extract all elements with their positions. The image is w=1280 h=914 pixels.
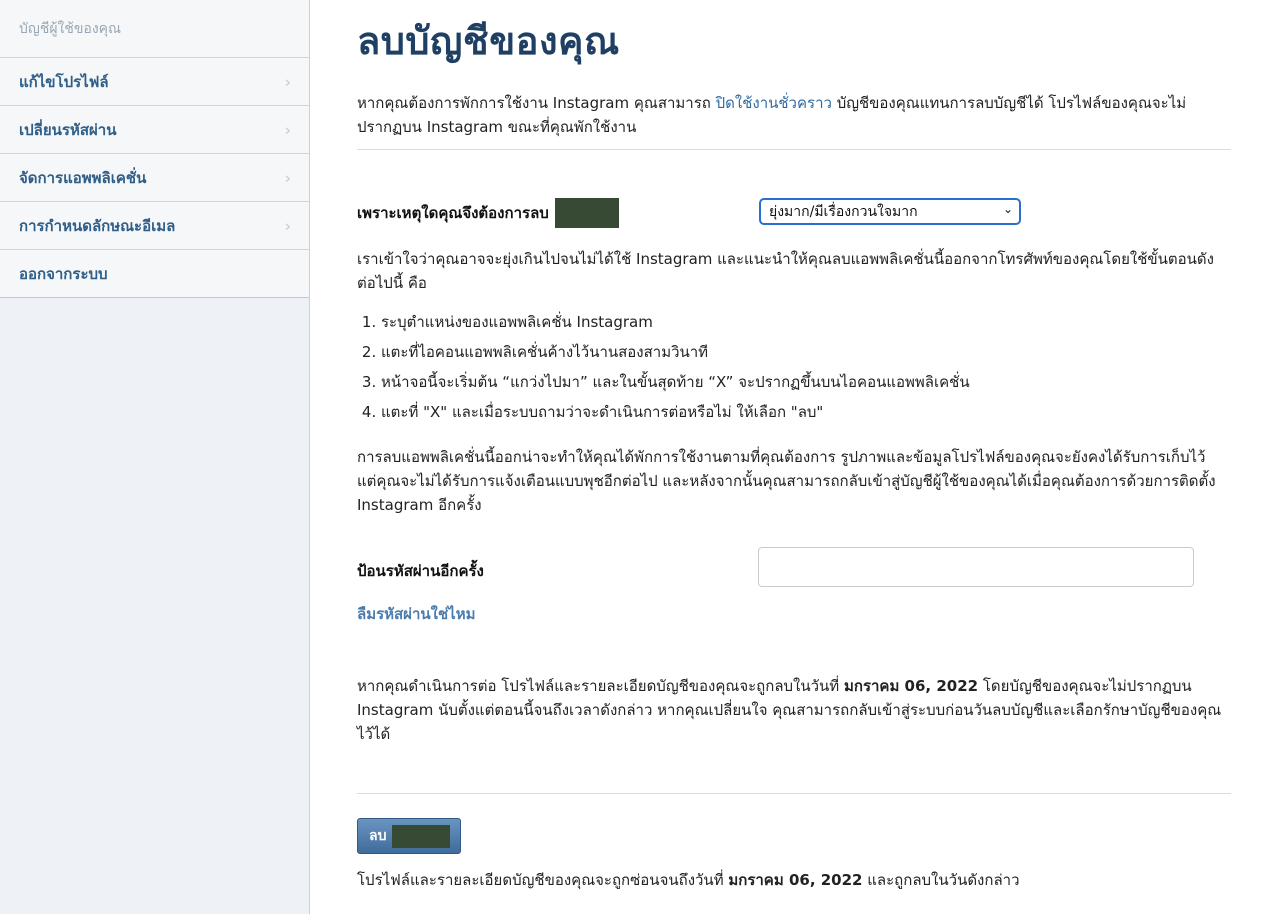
list-item: แตะที่ "X" และเมื่อระบบถามว่าจะดำเนินการ…: [381, 397, 970, 427]
chevron-right-icon: ›: [284, 168, 291, 187]
chevron-down-icon: ⌄: [1002, 202, 1013, 216]
list-item: ระบุตำแหน่งของแอพพลิเคชั่น Instagram: [381, 307, 970, 337]
footer-date: มกราคม 06, 2022: [728, 871, 863, 889]
sidebar-item-edit-profile[interactable]: แก้ไขโปรไฟล์ ›: [0, 58, 309, 106]
footer-note-start: โปรไฟล์และรายละเอียดบัญชีของคุณจะถูกซ่อน…: [357, 871, 729, 889]
deletion-notice-start: หากคุณดำเนินการต่อ โปรไฟล์และรายละเอียดบ…: [357, 677, 844, 695]
password-field[interactable]: [758, 547, 1194, 587]
delete-account-button[interactable]: ลบ: [357, 818, 461, 854]
sidebar-item-label: เปลี่ยนรหัสผ่าน: [19, 120, 117, 139]
divider: [357, 793, 1231, 794]
list-item: แตะที่ไอคอนแอพพลิเคชั่นค้างไว้นานสองสามว…: [381, 337, 970, 367]
deletion-date: มกราคม 06, 2022: [843, 677, 979, 695]
help-text: เราเข้าใจว่าคุณอาจจะยุ่งเกินไปจนไม่ได้ใช…: [357, 250, 1214, 292]
intro-text: หากคุณต้องการพักการใช้งาน Instagram คุณส…: [357, 91, 1231, 139]
temporarily-disable-link[interactable]: ปิดใช้งานชั่วคราว: [716, 94, 832, 112]
sidebar-item-logout[interactable]: ออกจากระบบ: [0, 250, 309, 298]
sidebar-item-change-password[interactable]: เปลี่ยนรหัสผ่าน ›: [0, 106, 309, 154]
sidebar-header: บัญชีผู้ใช้ของคุณ: [0, 0, 309, 58]
sidebar-header-label: บัญชีผู้ใช้ของคุณ: [19, 20, 122, 37]
reason-select[interactable]: ยุ่งมาก/มีเรื่องกวนใจมาก ⌄: [759, 198, 1021, 225]
sidebar-item-label: แก้ไขโปรไฟล์: [19, 72, 109, 91]
steps-list: ระบุตำแหน่งของแอพพลิเคชั่น Instagram แตะ…: [357, 307, 970, 427]
page-title: ลบบัญชีของคุณ: [357, 19, 620, 63]
footer-note-end: และถูกลบในวันดังกล่าว: [862, 871, 1020, 889]
delete-button-label: ลบ: [369, 828, 387, 844]
sidebar-item-manage-apps[interactable]: จัดการแอพพลิเคชั่น ›: [0, 154, 309, 202]
chevron-right-icon: ›: [284, 216, 291, 235]
forgot-password-link[interactable]: ลืมรหัสผ่านใช่ไหม: [357, 602, 475, 626]
chevron-right-icon: ›: [284, 120, 291, 139]
password-label: ป้อนรหัสผ่านอีกครั้ง: [357, 562, 484, 580]
divider: [357, 149, 1231, 150]
sidebar-item-label: จัดการแอพพลิเคชั่น: [19, 168, 147, 187]
reason-select-value: ยุ่งมาก/มีเรื่องกวนใจมาก: [769, 203, 918, 220]
reason-label-text: เพราะเหตุใดคุณจึงต้องการลบ: [357, 204, 549, 222]
intro-text-start: หากคุณต้องการพักการใช้งาน Instagram คุณส…: [357, 94, 716, 112]
deletion-notice: หากคุณดำเนินการต่อ โปรไฟล์และรายละเอียดบ…: [357, 674, 1231, 746]
info-text: การลบแอพพลิเคชั่นนี้ออกน่าจะทำให้คุณได้พ…: [357, 448, 1216, 514]
sidebar-item-label: ออกจากระบบ: [19, 264, 108, 283]
chevron-right-icon: ›: [284, 72, 291, 91]
sidebar-item-email-preferences[interactable]: การกำหนดลักษณะอีเมล ›: [0, 202, 309, 250]
sidebar-item-label: การกำหนดลักษณะอีเมล: [19, 216, 176, 235]
redaction-block: [554, 198, 619, 228]
settings-sidebar: บัญชีผู้ใช้ของคุณ แก้ไขโปรไฟล์ › เปลี่ยน…: [0, 0, 310, 914]
footer-note: โปรไฟล์และรายละเอียดบัญชีของคุณจะถูกซ่อน…: [357, 868, 1231, 892]
redaction-block: [392, 824, 451, 848]
reason-label: เพราะเหตุใดคุณจึงต้องการลบ: [357, 198, 619, 228]
list-item: หน้าจอนี้จะเริ่มต้น “แกว่งไปมา” และในขั้…: [381, 367, 970, 397]
